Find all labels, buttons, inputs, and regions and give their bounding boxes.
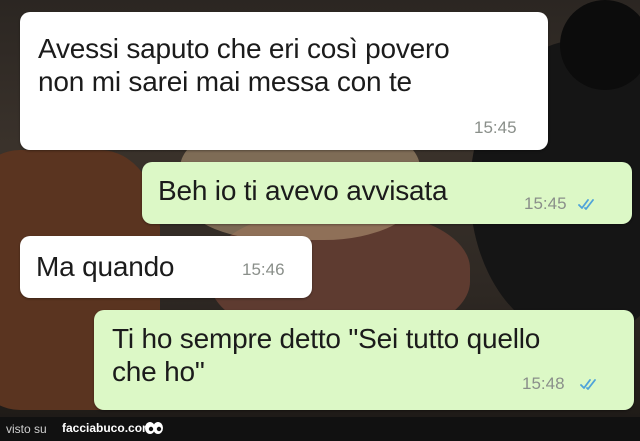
message-text: Avessi saputo che eri così povero non mi… [38, 33, 450, 97]
message-timestamp: 15:45 [524, 194, 567, 213]
message-bubble-incoming[interactable]: Ma quando 15:46 [20, 236, 312, 298]
background-photo-shape [560, 0, 640, 90]
message-timestamp: 15:45 [474, 118, 517, 137]
watermark-footer: visto su facciabuco.com [0, 417, 640, 441]
message-timestamp: 15:46 [242, 260, 285, 279]
message-bubble-outgoing[interactable]: Ti ho sempre detto "Sei tutto quello che… [94, 310, 634, 410]
read-receipt-icon [580, 379, 596, 390]
chat-background: Avessi saputo che eri così povero non mi… [0, 0, 640, 417]
read-receipt-icon [578, 199, 594, 210]
message-text: Beh io ti avevo avvisata [158, 175, 448, 206]
message-bubble-outgoing[interactable]: Beh io ti avevo avvisata 15:45 [142, 162, 632, 224]
footer-site-name[interactable]: facciabuco.com [62, 421, 153, 435]
message-bubble-incoming[interactable]: Avessi saputo che eri così povero non mi… [20, 12, 548, 150]
message-timestamp: 15:48 [522, 374, 565, 393]
facciabuco-eyes-logo-icon [145, 422, 163, 434]
footer-prefix: visto su [6, 422, 47, 436]
message-text: Ma quando [36, 251, 175, 282]
